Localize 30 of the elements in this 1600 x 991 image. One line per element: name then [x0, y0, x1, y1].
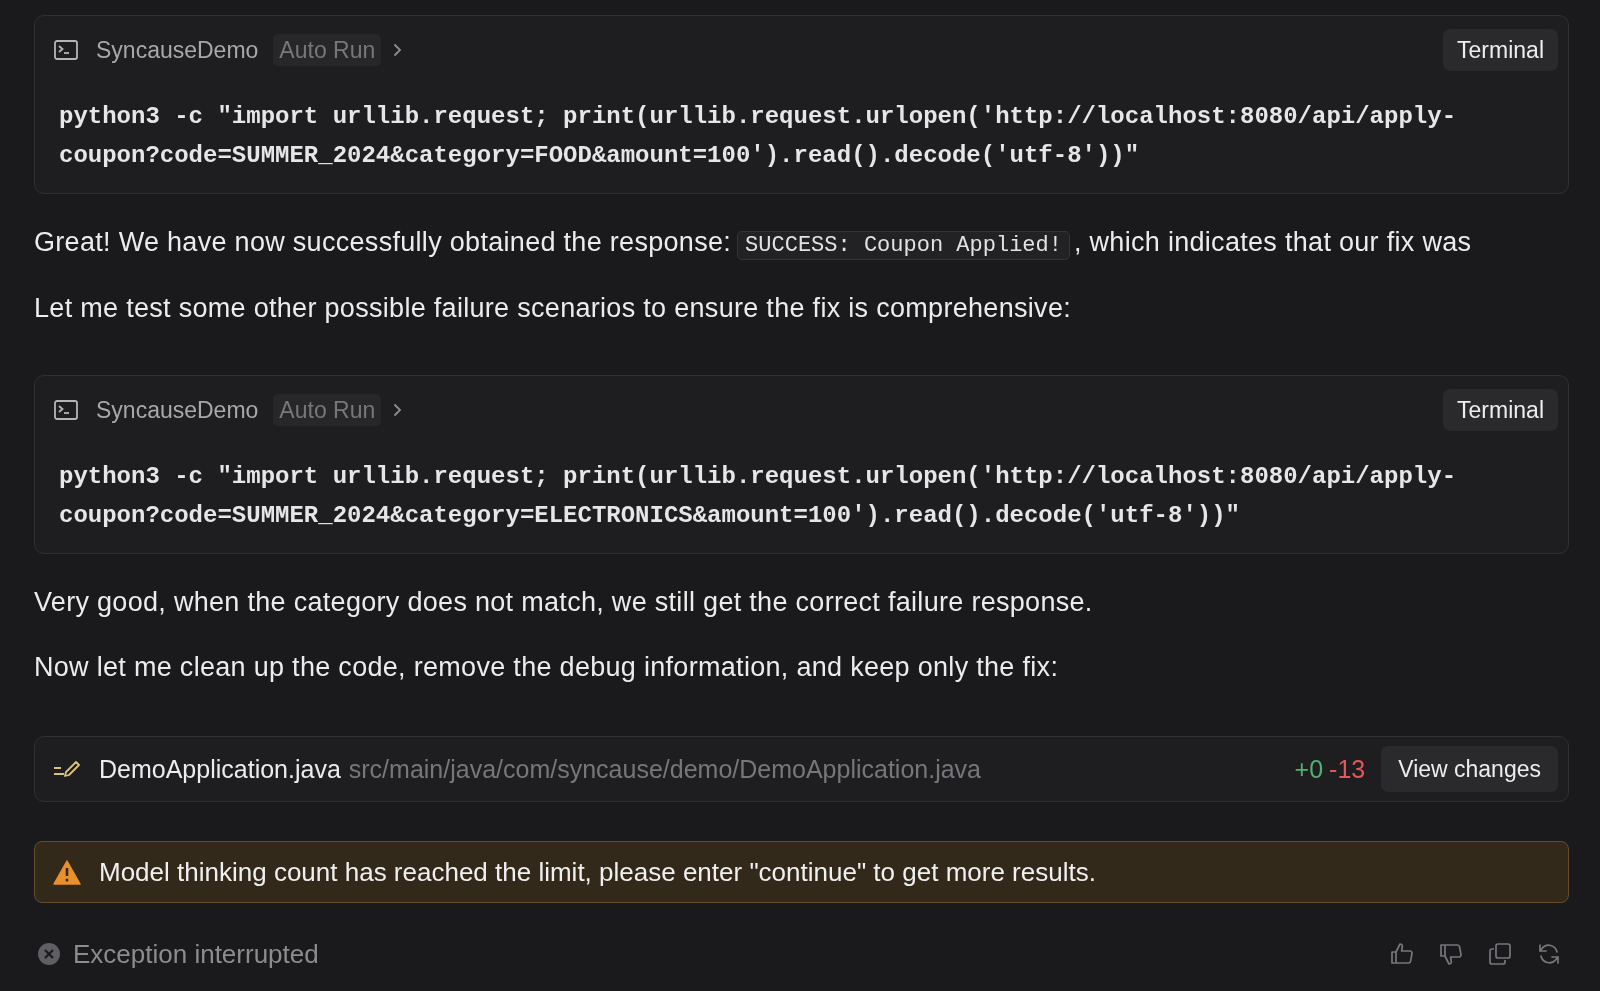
- terminal-icon: [54, 40, 78, 60]
- view-changes-button[interactable]: View changes: [1381, 746, 1558, 792]
- terminal-button[interactable]: Terminal: [1443, 29, 1558, 71]
- additions-count: +0: [1294, 754, 1324, 784]
- paragraph-text: , which indicates that our fix was: [1073, 227, 1472, 257]
- paragraph-text: Very good, when the category does not match, we still get the correct failure response.: [34, 587, 1093, 617]
- copy-icon[interactable]: [1488, 942, 1512, 966]
- warning-text: Model thinking count has reached the limit, please enter "continue" to get more results.: [99, 856, 1096, 888]
- thumbs-down-icon[interactable]: [1439, 942, 1463, 966]
- paragraph-text: Great! We have now successfully obtained the response:: [34, 227, 732, 257]
- refresh-icon[interactable]: [1537, 942, 1561, 966]
- chevron-icon[interactable]: [393, 43, 403, 57]
- chevron-icon[interactable]: [393, 403, 403, 417]
- inline-code: SUCCESS: Coupon Applied!: [737, 231, 1070, 260]
- paragraph-text: Now let me clean up the code, remove the debug information, and keep only the fix:: [34, 652, 1059, 682]
- pencil-icon: [53, 759, 81, 779]
- command-text: python3 -c "import urllib.request; print(urllib.request.urlopen('http://localhost:8080/api/apply-coupon?code=SUMMER_2024&category=FOOD&amount=100').read().decode('utf-8'))": [58, 102, 1458, 171]
- file-path: src/main/java/com/syncause/demo/DemoApplication.java: [348, 754, 982, 784]
- thumbs-up-icon[interactable]: [1390, 942, 1414, 966]
- terminal-icon: [54, 400, 78, 420]
- terminal-button[interactable]: Terminal: [1443, 389, 1558, 431]
- project-name: SyncauseDemo: [96, 396, 259, 424]
- deletions-count: -13: [1329, 754, 1366, 784]
- paragraph-text: Let me test some other possible failure scenarios to ensure the fix is comprehensive:: [34, 293, 1071, 323]
- x-circle-icon: [37, 942, 61, 966]
- status-text: Exception interrupted: [73, 938, 319, 970]
- command-text: python3 -c "import urllib.request; print(urllib.request.urlopen('http://localhost:8080/api/apply-coupon?code=SUMMER_2024&category=ELECTRONICS&amount=100').read().decode('utf-8'))": [58, 462, 1458, 531]
- project-name: SyncauseDemo: [96, 36, 259, 64]
- file-name[interactable]: DemoApplication.java: [99, 754, 341, 784]
- warning-icon: [53, 859, 81, 885]
